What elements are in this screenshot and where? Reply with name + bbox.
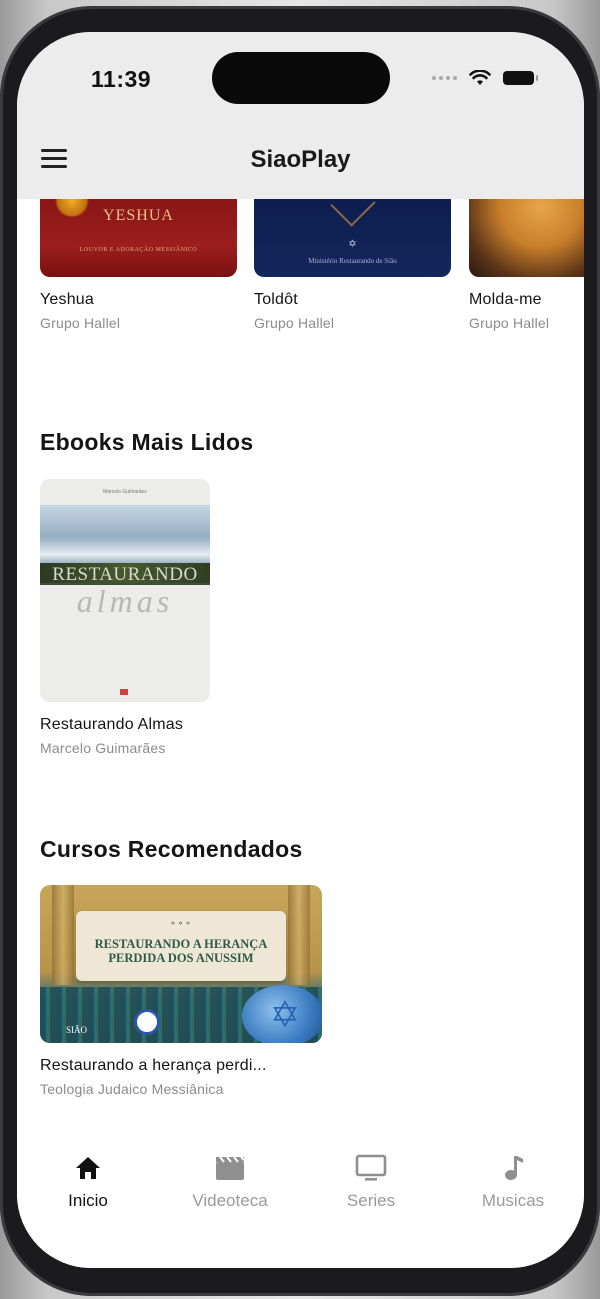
section-title-ebooks: Ebooks Mais Lidos (40, 429, 254, 455)
nav-item-series[interactable]: Series (316, 1153, 426, 1211)
music-card[interactable]: YESHUA LOUVOR E ADORAÇÃO MESSIÂNICO Yesh… (40, 199, 237, 331)
ebook-cover: Marcelo Guimarães RESTAURANDO almas (40, 479, 210, 702)
ebook-card[interactable]: Marcelo Guimarães RESTAURANDO almas Rest… (40, 479, 210, 756)
course-card[interactable]: ✡ ✡ ✡ RESTAURANDO A HERANÇA PERDIDA DOS … (40, 885, 322, 1097)
music-artist: Grupo Hallel (40, 315, 121, 331)
music-card[interactable]: Molda-me Grupo Hallel (469, 199, 584, 331)
home-icon (33, 1153, 143, 1183)
nav-label: Inicio (68, 1191, 108, 1210)
home-content[interactable]: YESHUA LOUVOR E ADORAÇÃO MESSIÂNICO Yesh… (17, 199, 584, 1129)
wifi-icon (469, 70, 491, 85)
course-subtitle: Teologia Judaico Messiânica (40, 1081, 224, 1097)
music-cover (469, 199, 584, 277)
nav-item-musicas[interactable]: Musicas (458, 1153, 568, 1211)
music-card[interactable]: ✡ Ministério Restaurando de Sião Toldôt … (254, 199, 451, 331)
status-icons (432, 70, 538, 86)
nav-label: Videoteca (192, 1191, 268, 1210)
bottom-nav: Inicio Videoteca Series Musicas (17, 1129, 584, 1268)
ebook-author: Marcelo Guimarães (40, 740, 166, 756)
course-cover: ✡ ✡ ✡ RESTAURANDO A HERANÇA PERDIDA DOS … (40, 885, 322, 1043)
nav-item-videoteca[interactable]: Videoteca (175, 1153, 285, 1211)
music-cover: YESHUA LOUVOR E ADORAÇÃO MESSIÂNICO (40, 199, 237, 277)
app-title: SiaoPlay (250, 146, 351, 173)
music-artist: Grupo Hallel (254, 315, 335, 331)
status-time: 11:39 (91, 66, 152, 92)
tv-icon (316, 1153, 426, 1183)
music-title: Molda-me (469, 291, 542, 308)
music-cover: ✡ Ministério Restaurando de Sião (254, 199, 451, 277)
top-app-bar: 11:39 SiaoPlay (17, 32, 584, 199)
ebook-title: Restaurando Almas (40, 716, 184, 733)
app-screen: 11:39 SiaoPlay YESHUA LOUVOR E ADORAÇÃO … (17, 32, 584, 1268)
nav-label: Musicas (481, 1191, 545, 1210)
music-artist: Grupo Hallel (469, 315, 550, 331)
battery-icon (503, 71, 538, 85)
section-title-courses: Cursos Recomendados (40, 836, 303, 862)
music-title: Yeshua (40, 291, 94, 308)
nav-item-inicio[interactable]: Inicio (33, 1153, 143, 1211)
cellular-signal-icon (432, 76, 457, 80)
dynamic-island (212, 52, 390, 104)
nav-label: Series (346, 1191, 396, 1210)
course-title: Restaurando a herança perdi... (40, 1057, 267, 1074)
music-note-icon (458, 1153, 568, 1183)
music-title: Toldôt (254, 291, 298, 308)
film-clapper-icon (175, 1153, 285, 1183)
